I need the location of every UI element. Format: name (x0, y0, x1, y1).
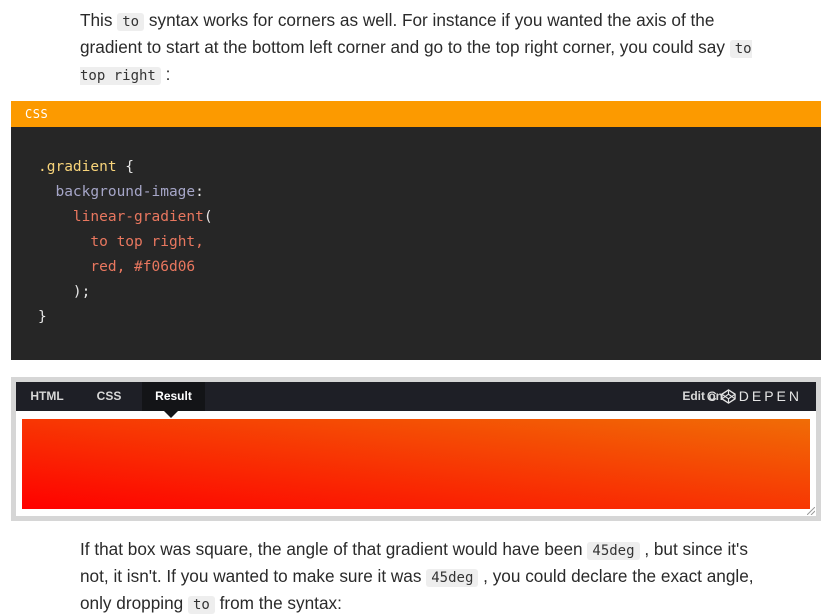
css-function: linear-gradient (72, 209, 204, 225)
inline-code-to: to (187, 596, 215, 614)
code-line-3: linear-gradient( (38, 205, 821, 230)
text-span: syntax works for corners as well. For in… (80, 10, 730, 57)
codepen-logo-c: C (706, 388, 720, 404)
code-language-label: CSS (11, 101, 821, 127)
text-span: from the syntax: (214, 593, 342, 613)
code-line-2: background-image: (38, 180, 821, 205)
codepen-cube-icon (721, 389, 736, 404)
paragraph-top: This to syntax works for corners as well… (80, 8, 770, 89)
code-line-7: } (38, 305, 821, 330)
codepen-frame: HTML CSS Result Edit on C DEPEN (16, 382, 816, 516)
inline-code-45deg: 45deg (426, 569, 479, 587)
css-value: red, #f06d06 (90, 259, 196, 275)
paragraph-top-text: This to syntax works for corners as well… (80, 8, 770, 89)
code-brace: { (116, 159, 135, 175)
tab-html[interactable]: HTML (16, 382, 78, 411)
code-close-paren: ); (72, 284, 91, 300)
code-line-4: to top right, (38, 230, 821, 255)
tab-css[interactable]: CSS (78, 382, 140, 411)
active-tab-pointer (164, 411, 178, 418)
code-close-brace: } (38, 309, 47, 325)
gradient-result-box (22, 419, 810, 509)
code-line-1: .gradient { (38, 155, 821, 180)
css-selector: .gradient (38, 159, 117, 175)
codepen-logo[interactable]: C DEPEN (707, 382, 802, 411)
text-span: This (80, 10, 118, 30)
inline-code-to: to (117, 13, 145, 31)
tab-result[interactable]: Result (142, 382, 205, 411)
code-line-6: ); (38, 280, 821, 305)
paragraph-bottom-text: If that box was square, the angle of tha… (80, 537, 770, 614)
code-paren: ( (203, 209, 213, 225)
text-span: If that box was square, the angle of tha… (80, 539, 588, 559)
css-value: to top right, (90, 234, 204, 250)
code-colon: : (195, 184, 204, 200)
codepen-logo-text: DEPEN (738, 388, 802, 404)
text-span: : (160, 64, 171, 84)
resize-handle-icon[interactable] (807, 507, 815, 515)
codepen-embed: HTML CSS Result Edit on C DEPEN (11, 377, 821, 521)
code-body[interactable]: .gradient { background-image: linear-gra… (11, 127, 821, 330)
css-property: background-image (55, 184, 196, 200)
inline-code-45deg: 45deg (587, 542, 640, 560)
codepen-toolbar: HTML CSS Result Edit on C DEPEN (16, 382, 816, 411)
paragraph-bottom: If that box was square, the angle of tha… (80, 537, 770, 614)
code-block: CSS .gradient { background-image: linear… (11, 101, 821, 360)
code-line-5: red, #f06d06 (38, 255, 821, 280)
